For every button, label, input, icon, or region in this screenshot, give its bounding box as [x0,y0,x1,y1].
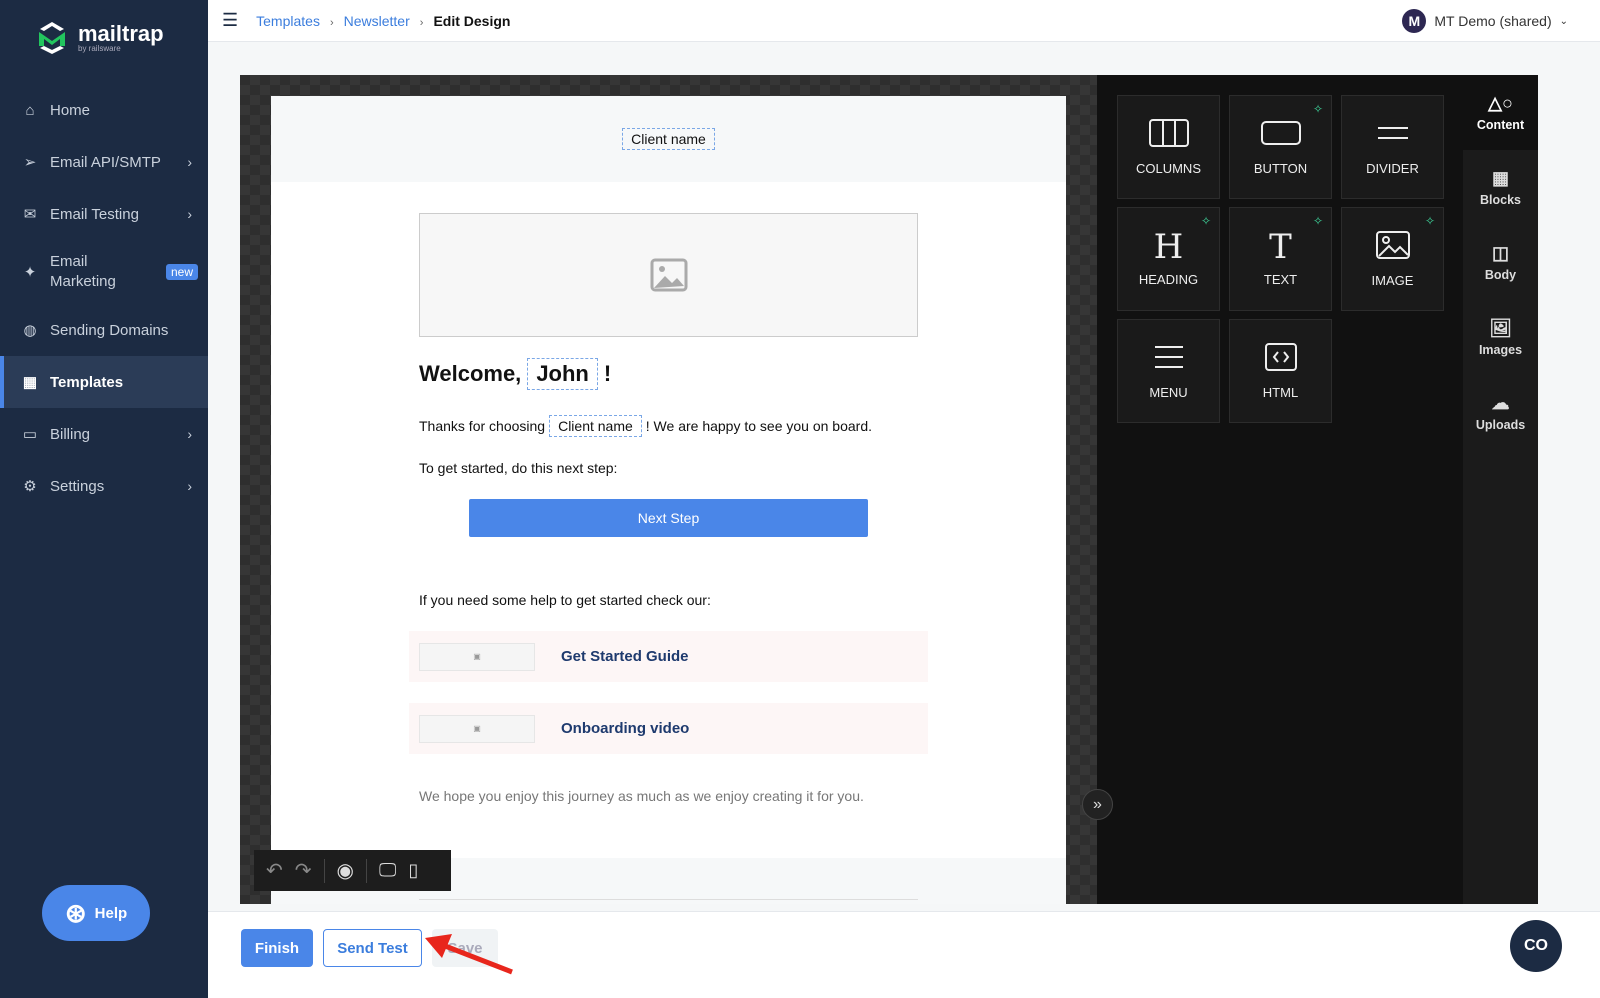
tab-body[interactable]: ◫ Body [1463,225,1538,300]
sidebar-item-settings[interactable]: ⚙ Settings › [0,460,208,512]
thumbnail-image-icon: ▣ [419,642,535,671]
image-icon [650,258,687,292]
ai-sparkle-icon: ✧ [1200,214,1211,228]
tab-uploads[interactable]: ☁ Uploads [1463,375,1538,450]
chat-button[interactable]: CO [1510,920,1562,972]
editor-canvas: Client name Welcome, John! Thanks for cho… [240,75,1097,904]
html-icon [1263,342,1299,375]
step-text[interactable]: To get started, do this next step: [419,460,617,476]
chevron-right-icon: › [187,426,192,442]
undo-icon[interactable]: ↶ [266,858,283,883]
uploads-icon: ☁ [1491,393,1510,413]
finish-button[interactable]: Finish [241,929,313,967]
card-icon: ▭ [22,426,38,443]
tab-blocks[interactable]: ▦ Blocks [1463,150,1538,225]
gear-icon: ⚙ [23,478,37,495]
menu-icon [1151,342,1187,375]
top-bar: ☰ Templates › Newsletter › Edit Design M MT D… [208,0,1600,42]
columns-icon [1148,118,1190,151]
sparkle-icon: ✦ [23,264,37,281]
chevron-down-icon: ⌄ [1559,15,1568,27]
menu-icon[interactable]: ☰ [222,10,238,31]
sidebar-item-billing[interactable]: ▭ Billing › [0,408,208,460]
globe-icon: ◍ [23,322,37,339]
sidebar-item-email-api-smtp[interactable]: ➢ Email API/SMTP › [0,136,208,188]
tool-divider[interactable]: DIVIDER [1341,95,1444,199]
avatar: M [1402,9,1427,33]
link-row[interactable]: ▣ Get Started Guide [409,631,928,682]
tool-image[interactable]: IMAGE ✧ [1341,207,1444,311]
sidebar-nav: ⌂ Home ➢ Email API/SMTP › ✉ Email Testing › ✦ Ema… [0,84,208,512]
content-panel: COLUMNS BUTTON ✧ DIVIDER H HEADING ✧ T TEXT ✧ IMAG… [1097,75,1463,904]
mailtrap-logo[interactable]: mailtrap by railsware [34,20,164,56]
email-testing-icon: ✉ [23,206,37,223]
image-placeholder[interactable] [419,213,918,337]
lifebuoy-icon: ⊛ [64,897,87,928]
button-icon [1260,118,1302,151]
sidebar-item-email-marketing[interactable]: ✦ Email Marketing new [0,240,208,304]
email-preview[interactable]: Client name Welcome, John! Thanks for cho… [271,96,1066,904]
chevron-right-icon: › [187,154,192,170]
account-menu[interactable]: M MT Demo (shared) ⌄ [1402,9,1568,33]
text-icon: T [1269,226,1292,267]
send-icon: ➢ [23,154,37,171]
home-icon: ⌂ [25,101,35,119]
thanks-text[interactable]: Thanks for choosing Client name! We are h… [419,415,872,437]
redo-icon[interactable]: ↷ [295,858,312,883]
content-icon: △○ [1488,93,1513,113]
divider [419,899,918,900]
help-button[interactable]: ⊛ Help [42,885,150,941]
body-icon: ◫ [1491,243,1509,263]
tab-images[interactable]: 🖼 Images [1463,300,1538,375]
next-step-button[interactable]: Next Step [469,499,868,537]
divider-icon [1372,118,1414,151]
sidebar-item-email-testing[interactable]: ✉ Email Testing › [0,188,208,240]
welcome-heading[interactable]: Welcome, John! [419,358,611,390]
footer-text[interactable]: We hope you enjoy this journey as much a… [419,788,864,804]
sidebar-item-home[interactable]: ⌂ Home [0,84,208,136]
tool-columns[interactable]: COLUMNS [1117,95,1220,199]
new-badge: new [165,264,198,280]
ai-sparkle-icon: ✧ [1312,102,1323,116]
sidebar: mailtrap by railsware ⌂ Home ➢ Email API/SMT… [0,0,208,998]
breadcrumb-newsletter[interactable]: Newsletter [344,13,410,29]
mobile-icon[interactable]: ▯ [408,860,418,881]
client-name-tag[interactable]: Client name [549,415,642,437]
mailtrap-logo-icon [39,22,65,54]
thumbnail-image-icon: ▣ [419,714,535,743]
sidebar-item-templates[interactable]: ▦ Templates [0,356,208,408]
images-icon: 🖼 [1489,318,1512,338]
desktop-icon[interactable]: 🖵 [379,860,396,881]
client-name-tag[interactable]: Client name [622,128,715,150]
collapse-panel-button[interactable]: » [1082,789,1113,820]
ai-sparkle-icon: ✧ [1312,214,1323,228]
tool-text[interactable]: T TEXT ✧ [1229,207,1332,311]
heading-icon: H [1153,226,1184,267]
link-row[interactable]: ▣ Onboarding video [409,703,928,754]
tool-html[interactable]: HTML [1229,319,1332,423]
chevron-right-icon: › [187,478,192,494]
editor-toolbar: ↶ ↷ ◉ 🖵 ▯ [254,850,451,891]
annotation-arrow-icon [425,934,513,975]
send-test-button[interactable]: Send Test [323,929,422,967]
panel-tabs: △○ Content ▦ Blocks ◫ Body 🖼 Images ☁ Uploads [1463,75,1538,904]
tool-heading[interactable]: H HEADING ✧ [1117,207,1220,311]
chevron-right-icon: › [187,206,192,222]
blocks-icon: ▦ [1491,168,1509,188]
breadcrumb-templates[interactable]: Templates [256,13,320,29]
tab-content[interactable]: △○ Content [1463,75,1538,150]
name-tag[interactable]: John [527,358,598,390]
ai-sparkle-icon: ✧ [1424,214,1435,228]
tool-button[interactable]: BUTTON ✧ [1229,95,1332,199]
breadcrumb-current: Edit Design [433,12,511,29]
bottom-action-bar: Finish Send Test Save [208,911,1600,998]
tool-menu[interactable]: MENU [1117,319,1220,423]
image-icon [1375,230,1411,263]
breadcrumb: Templates › Newsletter › Edit Design [256,12,511,29]
template-icon: ▦ [22,374,38,391]
preview-eye-icon[interactable]: ◉ [337,858,354,883]
help-text[interactable]: If you need some help to get started che… [419,592,711,608]
sidebar-item-sending-domains[interactable]: ◍ Sending Domains [0,304,208,356]
